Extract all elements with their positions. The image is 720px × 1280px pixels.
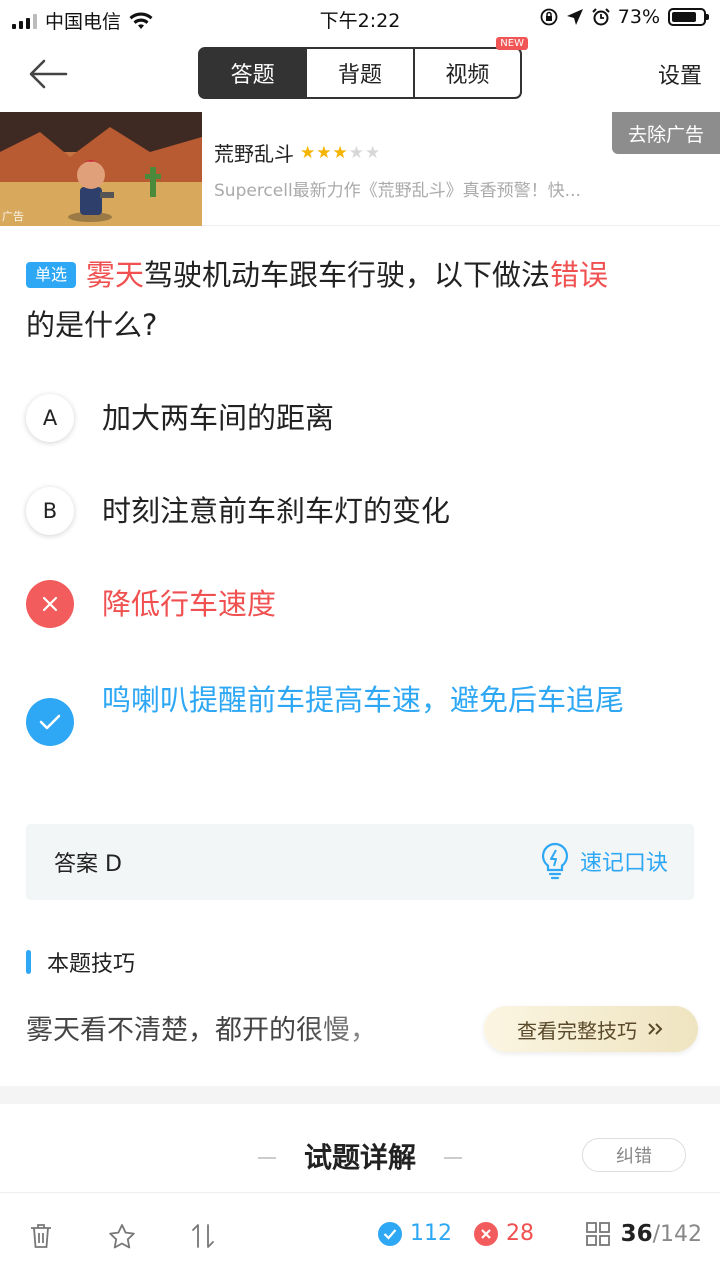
option-b[interactable]: B 时刻注意前车刹车灯的变化 [26, 485, 694, 537]
wrong-count: 28 [474, 1221, 534, 1246]
check-circle-icon [378, 1221, 402, 1246]
question-text: 单选 雾天驾驶机动车跟车行驶，以下做法错误的是什么? [26, 250, 694, 350]
orientation-lock-icon [540, 8, 558, 26]
bottom-toolbar: 112 28 36/142 [0, 1192, 720, 1280]
option-text: 加大两车间的距离 [102, 401, 335, 435]
tab-memorize[interactable]: 背题 [307, 49, 415, 97]
question-type-badge: 单选 [26, 262, 77, 288]
ad-title-row: 荒野乱斗 ★★★★★ [214, 138, 381, 167]
mode-segmented-control: 答题 背题 视频 NEW [198, 37, 528, 99]
tab-answer[interactable]: 答题 [200, 49, 308, 97]
status-bar: 中国电信 下午2:22 73% [0, 0, 720, 38]
ad-tag-label: 广告 [2, 210, 24, 223]
report-error-button[interactable]: 纠错 [582, 1138, 686, 1172]
question-segment: 驾驶机动车跟车行驶，以下做法 [144, 258, 551, 292]
wrong-count-value: 28 [506, 1221, 534, 1246]
ad-description: Supercell最新力作《荒野乱斗》真香预警！快... [214, 181, 581, 201]
sort-swap-icon[interactable] [190, 1223, 216, 1249]
question-progress[interactable]: 36/142 [585, 1221, 702, 1247]
question-highlight: 雾天 [86, 258, 145, 292]
option-text: 鸣喇叭提醒前车提高车速，避免后车追尾 [102, 683, 625, 717]
tips-title: 本题技巧 [47, 952, 136, 977]
divider-dash [444, 1157, 462, 1159]
alarm-icon [592, 8, 610, 26]
section-bar [26, 950, 31, 974]
star-empty-icon: ★ [365, 142, 382, 163]
trash-icon[interactable] [30, 1223, 52, 1249]
view-tips-label: 查看完整技巧 [517, 1018, 637, 1043]
question-segment: 的是什么? [26, 308, 158, 342]
star-icon: ★ [316, 142, 333, 163]
answer-box: 答案 D 速记口诀 [26, 824, 694, 900]
current-question-number: 36 [620, 1221, 653, 1247]
view-full-tips-button[interactable]: 查看完整技巧 [484, 1006, 698, 1052]
correct-check-icon [26, 698, 74, 746]
mnemonic-label: 速记口诀 [579, 851, 668, 876]
grid-icon [585, 1222, 610, 1246]
correct-count-value: 112 [410, 1221, 452, 1246]
wrong-mark-icon [26, 580, 74, 628]
tips-heading: 本题技巧 [26, 946, 135, 978]
option-text: 时刻注意前车刹车灯的变化 [102, 494, 451, 528]
mnemonic-button[interactable]: 速记口诀 [540, 842, 668, 880]
option-d[interactable]: 鸣喇叭提醒前车提高车速，避免后车追尾 [26, 674, 694, 746]
rating-stars: ★★★★★ [300, 143, 381, 163]
tips-preview: 雾天看不清楚，都开的很慢， [26, 1008, 486, 1047]
lightbulb-icon [541, 842, 569, 880]
location-icon [566, 9, 583, 25]
game-character-image [0, 112, 202, 226]
total-questions: /142 [652, 1222, 702, 1247]
settings-button[interactable]: 设置 [658, 58, 702, 90]
new-badge: NEW [496, 37, 528, 50]
ad-title: 荒野乱斗 [214, 142, 294, 166]
star-favorite-icon[interactable] [108, 1223, 136, 1249]
option-c[interactable]: 降低行车速度 [26, 578, 694, 630]
option-letter: B [26, 487, 74, 535]
correct-count: 112 [378, 1221, 452, 1246]
star-empty-icon: ★ [348, 142, 365, 163]
ad-banner[interactable]: 广告 荒野乱斗 ★★★★★ Supercell最新力作《荒野乱斗》真香预警！快.… [0, 112, 720, 226]
option-text: 降低行车速度 [102, 587, 277, 621]
nav-bar: 答题 背题 视频 NEW 设置 [0, 37, 720, 110]
battery-percent: 73% [617, 6, 660, 28]
star-icon: ★ [300, 142, 317, 163]
option-a[interactable]: A 加大两车间的距离 [26, 392, 694, 444]
tab-label: 答题 [230, 63, 275, 88]
section-divider [0, 1086, 720, 1104]
battery-icon [668, 8, 709, 26]
double-chevron-right-icon [648, 1023, 663, 1035]
answer-label: 答案 D [54, 852, 122, 877]
remove-ad-button[interactable]: 去除广告 [612, 112, 720, 154]
option-letter: A [26, 394, 74, 442]
star-icon: ★ [332, 142, 349, 163]
back-arrow-icon[interactable] [26, 56, 70, 92]
question-highlight: 错误 [550, 258, 609, 292]
tab-label: 视频 [445, 63, 490, 88]
x-circle-icon [474, 1221, 498, 1246]
tab-video[interactable]: 视频 NEW [415, 37, 528, 97]
ad-image: 广告 [0, 112, 202, 226]
tab-label: 背题 [337, 63, 382, 88]
